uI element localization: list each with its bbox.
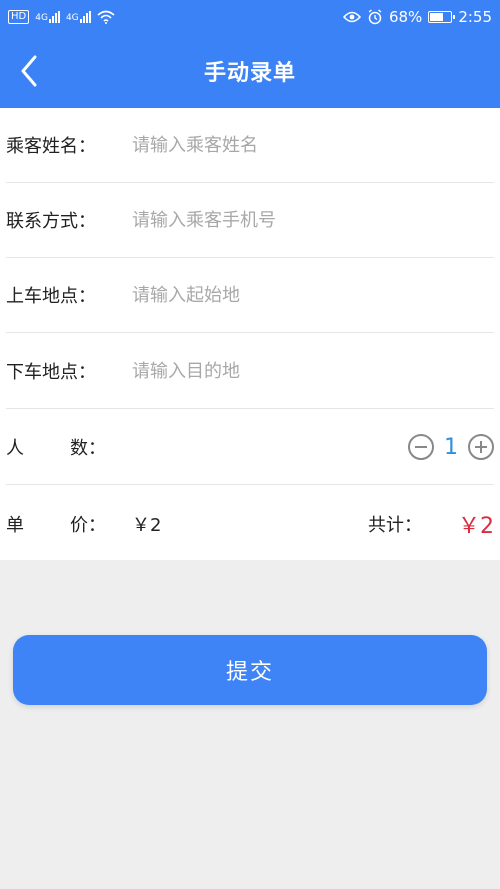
hd-icon: HD: [8, 10, 30, 24]
unit-price-label-part: 单: [6, 514, 24, 536]
back-button[interactable]: [12, 54, 46, 88]
pickup-location-input[interactable]: [132, 284, 494, 306]
unit-price-label: 单 价：: [6, 511, 132, 537]
network-type-label: 4G: [65, 13, 79, 23]
status-bar: HD 4G 4G 68% 2:55: [0, 0, 500, 34]
chevron-left-icon: [21, 55, 37, 87]
people-label-part: 数：: [70, 438, 106, 459]
status-right: 68% 2:55: [342, 8, 492, 26]
contact-phone-input[interactable]: [132, 209, 494, 231]
signal-icon: 4G: [66, 11, 91, 23]
battery-percent: 68%: [388, 8, 423, 26]
dropoff-location-input[interactable]: [132, 360, 494, 382]
alarm-icon: [368, 9, 382, 25]
page-title: 手动录单: [203, 61, 296, 86]
people-row: 人 数： 1: [6, 410, 494, 485]
total-price-value: ￥2: [458, 513, 494, 539]
people-label-part: 人: [6, 438, 24, 459]
price-row: 单 价： ￥2 共计： ￥2: [6, 486, 494, 561]
people-label: 人 数：: [6, 434, 132, 460]
eye-icon: [342, 11, 361, 23]
contact-label: 联系方式：: [6, 211, 96, 232]
signal-icon: 4G: [35, 11, 60, 23]
unit-price-label-part: 价：: [70, 514, 106, 536]
contact-row: 联系方式：: [6, 183, 494, 258]
unit-price-value: ￥2: [132, 514, 162, 536]
wifi-icon: [97, 10, 115, 24]
clock: 2:55: [458, 8, 492, 26]
status-left: HD 4G 4G: [8, 10, 115, 24]
passenger-name-input[interactable]: [132, 134, 494, 156]
dropoff-label: 下车地点：: [6, 362, 96, 383]
network-type-label: 4G: [35, 13, 48, 23]
pickup-label: 上车地点：: [6, 286, 96, 307]
pickup-row: 上车地点：: [6, 258, 494, 333]
passenger-name-label: 乘客姓名：: [6, 136, 96, 157]
order-form: 乘客姓名： 联系方式： 上车地点： 下车地点： 人 数： 1 单 价： ￥2 共…: [0, 108, 500, 560]
dropoff-row: 下车地点：: [6, 334, 494, 409]
plus-circle-icon[interactable]: [468, 434, 494, 460]
battery-icon: [428, 11, 456, 23]
nav-bar: 手动录单: [0, 34, 500, 108]
passenger-name-row: 乘客姓名：: [6, 108, 494, 183]
minus-circle-icon[interactable]: [408, 434, 434, 460]
people-count: 1: [444, 434, 458, 460]
submit-button[interactable]: 提交: [13, 635, 487, 705]
people-stepper: 1: [408, 434, 494, 460]
total-label: 共计：: [368, 514, 422, 536]
